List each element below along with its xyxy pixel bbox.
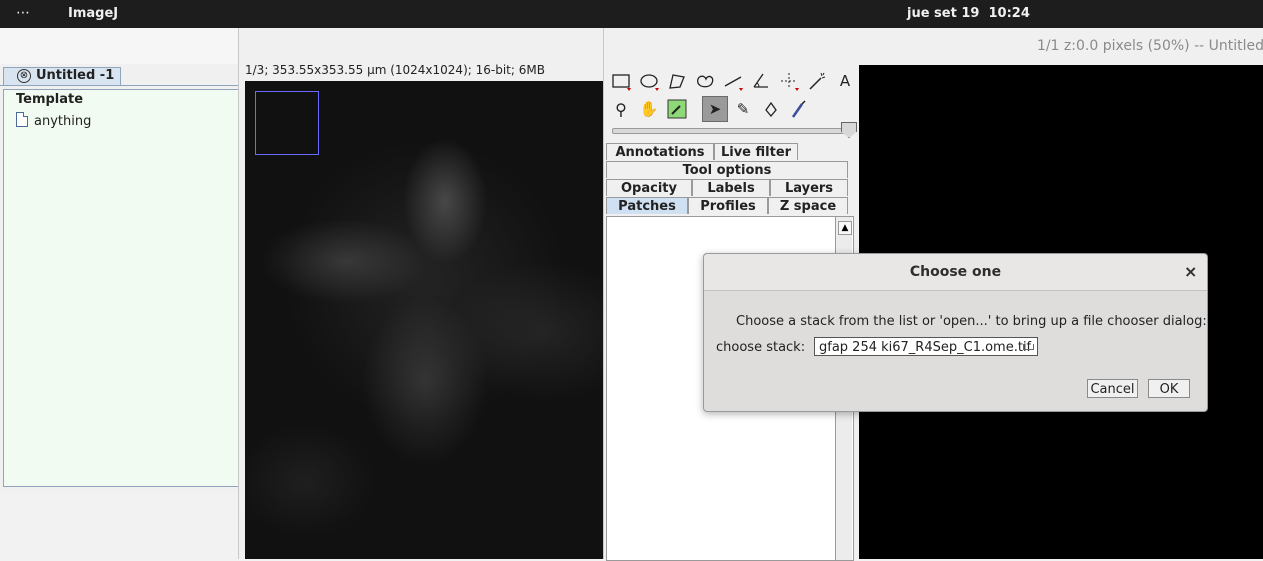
tab-live-filter[interactable]: Live filter xyxy=(714,143,798,160)
tree-root-node[interactable]: Template xyxy=(16,92,83,107)
tab-profiles[interactable]: Profiles xyxy=(688,197,768,214)
dialog-title: Choose one xyxy=(909,264,1002,280)
project-tree-window: ⊗ Untitled -1 Template anything xyxy=(0,28,241,492)
tab-annotations[interactable]: Annotations xyxy=(606,143,714,160)
brush-tool-icon[interactable] xyxy=(786,96,812,122)
system-top-bar: ⋯ ImageJ jue set 19 10:24 xyxy=(0,0,1263,28)
cancel-button[interactable]: Cancel xyxy=(1087,379,1138,398)
template-tree[interactable]: Template anything xyxy=(3,89,240,487)
tab-labels[interactable]: Labels xyxy=(692,179,770,196)
color-picker-tool-icon[interactable] xyxy=(664,96,690,122)
display-status: 1/1 z:0.0 pixels (50%) -- Untitled xyxy=(1036,38,1263,54)
pen-tool-icon[interactable]: ✎ xyxy=(730,96,756,122)
angle-tool-icon[interactable] xyxy=(748,68,774,94)
roi-rectangle[interactable] xyxy=(255,91,319,155)
tab-tool-options[interactable]: Tool options xyxy=(606,161,848,178)
hand-tool-icon[interactable]: ✋ xyxy=(636,96,662,122)
image-stack-window: 1/3; 353.55x353.55 µm (1024x1024); 16-bi… xyxy=(238,28,604,559)
slider-handle[interactable] xyxy=(841,122,857,138)
dropdown-icon xyxy=(1023,344,1034,350)
text-tool-icon[interactable]: A xyxy=(832,68,858,94)
choose-one-dialog: Choose one × Choose a stack from the lis… xyxy=(703,253,1208,412)
arrow-select-tool-icon[interactable]: ➤ xyxy=(702,96,728,122)
tree-child-node[interactable]: anything xyxy=(16,112,91,129)
close-icon[interactable]: × xyxy=(1184,262,1197,281)
polygon-tool-icon[interactable] xyxy=(664,68,690,94)
point-tool-icon[interactable] xyxy=(776,68,802,94)
close-tab-icon[interactable]: ⊗ xyxy=(17,69,31,83)
dialog-title-bar[interactable]: Choose one × xyxy=(704,254,1207,291)
freehand-tool-icon[interactable] xyxy=(692,68,718,94)
microscopy-image[interactable] xyxy=(245,81,604,559)
magnifier-tool-icon[interactable]: ⚲ xyxy=(608,96,634,122)
tab-patches[interactable]: Patches xyxy=(606,197,688,214)
clock[interactable]: jue set 19 10:24 xyxy=(907,6,1030,21)
tab-z-space[interactable]: Z space xyxy=(768,197,848,214)
file-icon xyxy=(16,112,28,127)
dialog-message: Choose a stack from the list or 'open...… xyxy=(736,314,1207,329)
wand-tool-icon[interactable] xyxy=(804,68,830,94)
oval-tool-icon[interactable] xyxy=(636,68,662,94)
app-name[interactable]: ImageJ xyxy=(68,6,118,21)
window-title-area[interactable] xyxy=(0,28,240,64)
fill-tool-icon[interactable] xyxy=(758,96,784,122)
project-tab[interactable]: ⊗ Untitled -1 xyxy=(3,67,121,86)
image-info: 1/3; 353.55x353.55 µm (1024x1024); 16-bi… xyxy=(245,63,545,77)
stack-select-value: gfap 254 ki67_R4Sep_C1.ome.tif xyxy=(819,340,1032,355)
tree-child-label: anything xyxy=(34,114,92,129)
tab-divider xyxy=(0,85,240,86)
activities-menu-icon[interactable]: ⋯ xyxy=(16,5,31,21)
scroll-up-icon[interactable]: ▲ xyxy=(838,221,852,235)
tab-opacity[interactable]: Opacity xyxy=(606,179,692,196)
tab-layers[interactable]: Layers xyxy=(770,179,848,196)
choose-stack-label: choose stack: xyxy=(716,340,806,355)
project-tab-label: Untitled -1 xyxy=(36,68,115,83)
stack-select[interactable]: gfap 254 ki67_R4Sep_C1.ome.tif xyxy=(814,337,1038,356)
ok-button[interactable]: OK xyxy=(1148,379,1190,398)
rectangle-tool-icon[interactable] xyxy=(608,68,634,94)
line-tool-icon[interactable] xyxy=(720,68,746,94)
transparency-slider[interactable] xyxy=(612,128,854,134)
